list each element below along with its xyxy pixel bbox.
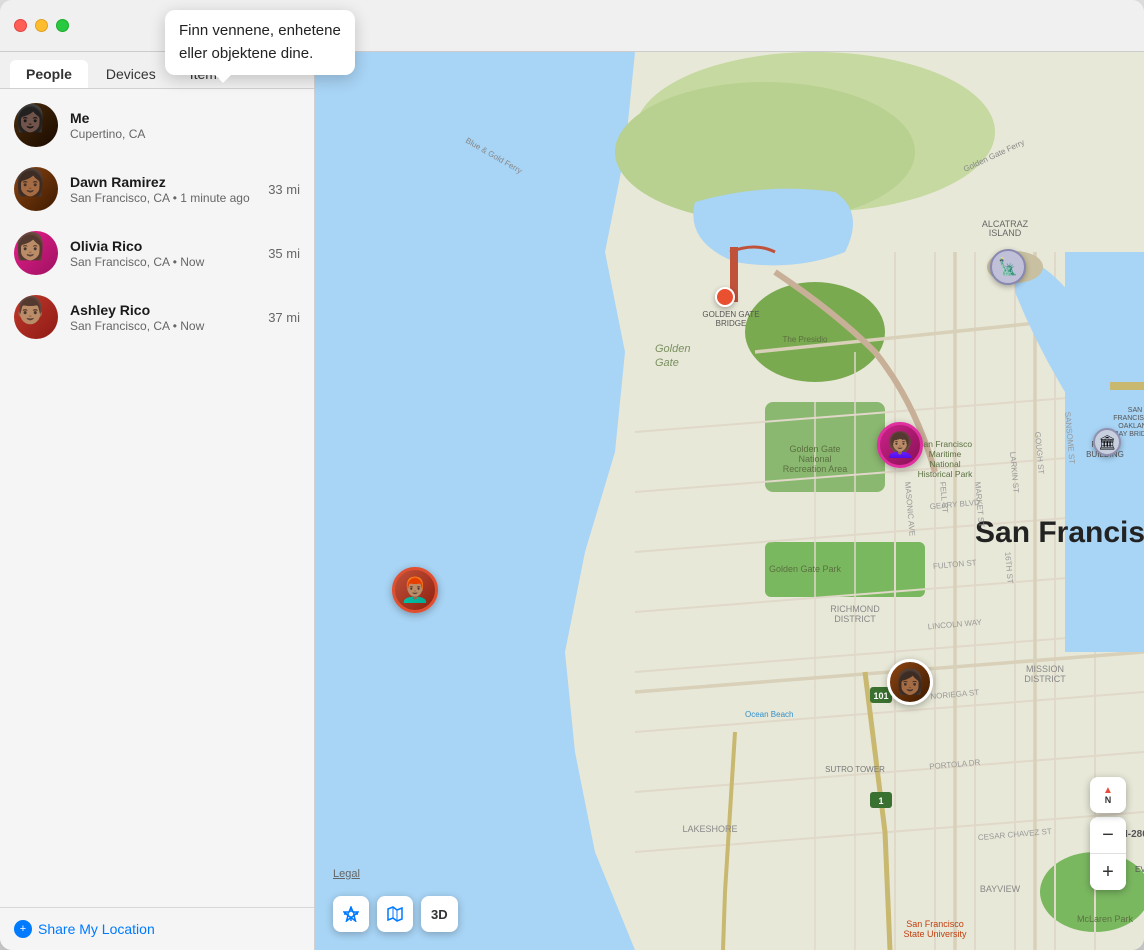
people-list: 👩🏿 Me Cupertino, CA 👩🏾 Dawn Ramirez San … — [0, 89, 314, 907]
svg-text:National: National — [798, 454, 831, 464]
svg-text:State University: State University — [903, 929, 967, 939]
3d-button[interactable]: 3D — [421, 896, 458, 932]
map-type-button[interactable] — [377, 896, 413, 932]
tab-people[interactable]: People — [10, 60, 88, 88]
avatar-dawn: 👩🏾 — [14, 167, 58, 211]
map-pin-dawn[interactable]: 👩🏾 — [887, 659, 933, 705]
avatar-ashley: 👨🏽 — [14, 295, 58, 339]
person-location-me: Cupertino, CA — [70, 127, 300, 141]
svg-text:BAYVIEW: BAYVIEW — [980, 884, 1021, 894]
person-location-dawn: San Francisco, CA • 1 minute ago — [70, 191, 256, 205]
svg-text:DISTRICT: DISTRICT — [834, 614, 876, 624]
maximize-button[interactable] — [56, 19, 69, 32]
map-pin-ferry: 🏛 — [1093, 428, 1121, 456]
svg-text:Recreation Area: Recreation Area — [783, 464, 848, 474]
legal-text[interactable]: Legal — [333, 868, 360, 880]
svg-text:FRANCISCO-: FRANCISCO- — [1113, 415, 1144, 422]
svg-text:EVAN: EVAN — [1135, 865, 1144, 874]
svg-text:DISTRICT: DISTRICT — [1024, 674, 1066, 684]
map-pin-golden-gate — [715, 287, 735, 307]
svg-text:SAN: SAN — [1128, 407, 1142, 414]
share-location[interactable]: + Share My Location — [0, 907, 314, 950]
svg-text:SUTRO TOWER: SUTRO TOWER — [825, 765, 885, 774]
map-controls: ▲ N − + — [1090, 777, 1126, 890]
person-info-dawn: Dawn Ramirez San Francisco, CA • 1 minut… — [70, 174, 256, 205]
person-item-me[interactable]: 👩🏿 Me Cupertino, CA — [0, 93, 314, 157]
svg-text:I-280: I-280 — [1125, 829, 1144, 840]
svg-text:Golden Gate: Golden Gate — [789, 444, 840, 454]
share-location-icon: + — [14, 920, 32, 938]
person-name-olivia: Olivia Rico — [70, 238, 256, 254]
person-name-ashley: Ashley Rico — [70, 302, 256, 318]
avatar-olivia: 👩🏽 — [14, 231, 58, 275]
svg-text:Golden Gate Park: Golden Gate Park — [769, 564, 842, 574]
svg-text:Golden: Golden — [655, 343, 690, 355]
person-item-ashley[interactable]: 👨🏽 Ashley Rico San Francisco, CA • Now 3… — [0, 285, 314, 349]
avatar-me: 👩🏿 — [14, 103, 58, 147]
person-distance-ashley: 37 mi — [268, 310, 300, 325]
person-distance-olivia: 35 mi — [268, 246, 300, 261]
svg-text:GOLDEN GATE: GOLDEN GATE — [702, 310, 759, 319]
svg-text:Maritime: Maritime — [929, 449, 962, 459]
app-window: Finn vennene, enhetene eller objektene d… — [0, 0, 1144, 950]
svg-text:The Presidio: The Presidio — [783, 335, 828, 344]
person-name-dawn: Dawn Ramirez — [70, 174, 256, 190]
svg-text:LAKESHORE: LAKESHORE — [682, 824, 737, 834]
tooltip-line2: eller objektene dine. — [179, 45, 313, 62]
map-area: ALCATRAZ ISLAND GOLDEN GATE BRIDGE Golde… — [315, 52, 1144, 950]
person-distance-dawn: 33 mi — [268, 182, 300, 197]
zoom-controls: − + — [1090, 817, 1126, 890]
person-name-me: Me — [70, 110, 300, 126]
compass-button[interactable]: ▲ N — [1090, 777, 1126, 813]
svg-text:1: 1 — [878, 796, 883, 806]
person-item-olivia[interactable]: 👩🏽 Olivia Rico San Francisco, CA • Now 3… — [0, 221, 314, 285]
zoom-in-button[interactable]: − — [1090, 817, 1126, 853]
svg-text:San Francisco: San Francisco — [918, 439, 973, 449]
share-location-text: Share My Location — [38, 921, 155, 937]
map-toolbar: 3D — [333, 896, 458, 932]
person-location-olivia: San Francisco, CA • Now — [70, 255, 256, 269]
location-button[interactable] — [333, 896, 369, 932]
svg-text:ISLAND: ISLAND — [989, 228, 1022, 238]
minimize-button[interactable] — [35, 19, 48, 32]
svg-text:Historical Park: Historical Park — [918, 469, 974, 479]
map-pin-alcatraz: 🗽 — [990, 249, 1026, 285]
map-background: ALCATRAZ ISLAND GOLDEN GATE BRIDGE Golde… — [315, 52, 1144, 950]
map-pin-me[interactable]: 👨🏽‍🦰 — [392, 567, 438, 613]
svg-text:BRIDGE: BRIDGE — [716, 319, 747, 328]
person-location-ashley: San Francisco, CA • Now — [70, 319, 256, 333]
person-info-ashley: Ashley Rico San Francisco, CA • Now — [70, 302, 256, 333]
traffic-lights — [14, 19, 69, 32]
svg-text:RICHMOND: RICHMOND — [830, 604, 880, 614]
svg-text:San Francisco: San Francisco — [975, 516, 1144, 549]
zoom-out-button[interactable]: + — [1090, 854, 1126, 890]
svg-text:Ocean Beach: Ocean Beach — [745, 710, 793, 719]
svg-text:MISSION: MISSION — [1026, 664, 1064, 674]
svg-text:McLaren Park: McLaren Park — [1077, 914, 1134, 924]
person-item-dawn[interactable]: 👩🏾 Dawn Ramirez San Francisco, CA • 1 mi… — [0, 157, 314, 221]
tooltip-callout: Finn vennene, enhetene eller objektene d… — [165, 10, 355, 75]
sidebar: People Devices Items 👩🏿 Me Cupertino, CA — [0, 52, 315, 950]
svg-text:San Francisco: San Francisco — [906, 919, 964, 929]
tooltip-line1: Finn vennene, enhetene — [179, 22, 341, 39]
person-info-me: Me Cupertino, CA — [70, 110, 300, 141]
map-pin-olivia[interactable]: 👩🏽‍🦱 — [877, 422, 923, 468]
tab-devices[interactable]: Devices — [90, 60, 172, 88]
svg-text:Gate: Gate — [655, 357, 679, 369]
person-info-olivia: Olivia Rico San Francisco, CA • Now — [70, 238, 256, 269]
close-button[interactable] — [14, 19, 27, 32]
main-content: People Devices Items 👩🏿 Me Cupertino, CA — [0, 52, 1144, 950]
svg-text:OAKLAND: OAKLAND — [1118, 423, 1144, 430]
svg-text:National: National — [929, 459, 960, 469]
